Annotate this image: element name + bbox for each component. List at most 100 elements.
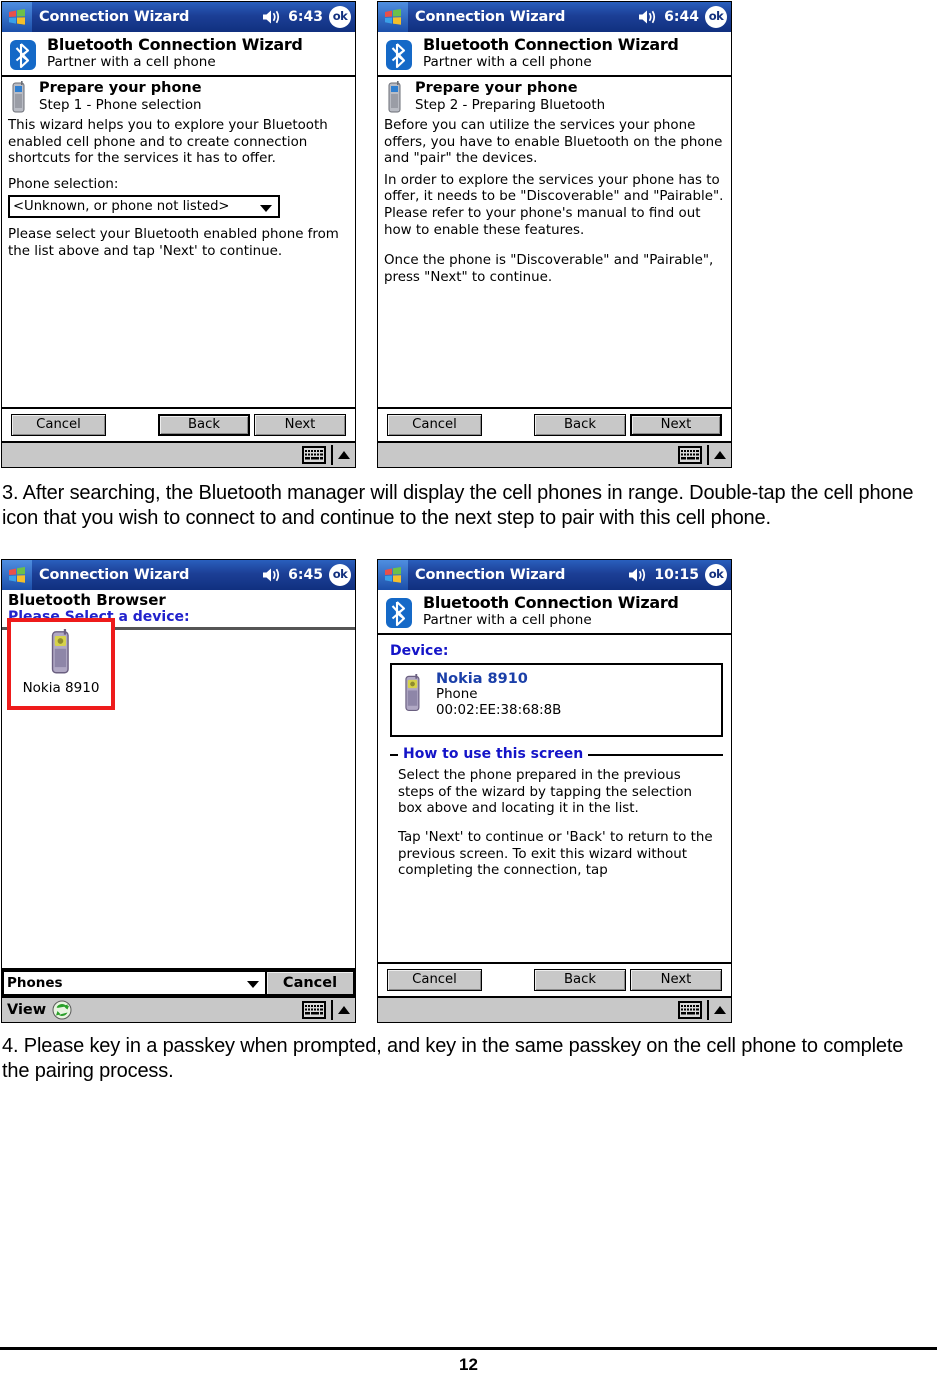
device-filter-combo[interactable]: Phones — [2, 970, 265, 996]
wizard-header-text: Bluetooth Connection Wizard Partner with… — [47, 35, 303, 70]
step2-paragraph-1: Before you can utilize the services your… — [384, 118, 723, 167]
step1-hint: Please select your Bluetooth enabled pho… — [8, 227, 339, 259]
legend-rule-right — [588, 753, 723, 756]
next-button[interactable]: Next — [630, 969, 722, 991]
chevron-down-icon — [260, 204, 272, 212]
device-type: Phone — [436, 687, 478, 703]
cancel-button[interactable]: Cancel — [387, 414, 482, 436]
view-bar: View — [2, 996, 355, 1022]
windows-start-icon[interactable] — [2, 2, 32, 32]
step-subtitle: Step 2 - Preparing Bluetooth — [415, 97, 606, 113]
window-title: Connection Wizard — [39, 567, 190, 583]
browser-bottom-bar: Phones Cancel — [2, 968, 355, 996]
windows-start-icon[interactable] — [378, 2, 408, 32]
chevron-up-icon[interactable] — [714, 1006, 726, 1014]
refresh-icon[interactable] — [52, 1000, 72, 1020]
chevron-up-icon[interactable] — [714, 451, 726, 459]
wizard-body: Prepare your phone Step 1 - Phone select… — [2, 77, 355, 260]
step-heading: Prepare your phone Step 2 - Preparing Bl… — [384, 80, 725, 115]
group-content: Select the phone prepared in the previou… — [390, 763, 723, 880]
button-bar: Cancel Back Next — [2, 407, 355, 441]
titlebar: Connection Wizard 10:15 ok — [378, 560, 731, 590]
selected-device-box[interactable]: Nokia 8910 Phone 00:02:EE:38:68:8B — [390, 663, 723, 738]
how-to-paragraph-2: Tap 'Next' to continue or 'Back' to retu… — [398, 829, 713, 879]
clock[interactable]: 10:15 — [654, 567, 699, 583]
cancel-button[interactable]: Cancel — [387, 969, 482, 991]
wizard-header-text: Bluetooth Connection Wizard Partner with… — [423, 593, 679, 628]
keyboard-icon[interactable] — [302, 446, 326, 464]
taskbar-divider — [331, 445, 333, 465]
wizard-title: Bluetooth Connection Wizard — [423, 593, 679, 612]
clock[interactable]: 6:45 — [288, 567, 323, 583]
wizard-body: Prepare your phone Step 2 - Preparing Bl… — [378, 77, 731, 286]
step-title: Prepare your phone — [415, 80, 578, 96]
next-button[interactable]: Next — [254, 414, 346, 436]
titlebar-right-group: 6:44 ok — [638, 2, 727, 32]
wizard-title: Bluetooth Connection Wizard — [47, 35, 303, 54]
speaker-icon[interactable] — [638, 9, 658, 25]
windows-flag-icon — [9, 9, 25, 25]
windows-start-icon[interactable] — [2, 560, 32, 590]
device-name: Nokia 8910 — [436, 671, 528, 688]
screenshot-device-confirmation: Connection Wizard 10:15 ok Bluetooth Con… — [377, 559, 732, 1023]
wizard-body: Device: Nokia 8910 Phone 00:02:EE:38:68:… — [378, 635, 731, 880]
wizard-title: Bluetooth Connection Wizard — [423, 35, 679, 54]
titlebar: Connection Wizard 6:43 ok — [2, 2, 355, 32]
phone-selection-combo[interactable]: <Unknown, or phone not listed> — [8, 195, 280, 219]
step1-description: This wizard helps you to explore your Bl… — [8, 118, 328, 167]
legend-dash-left — [390, 753, 398, 756]
titlebar-right-group: 6:43 ok — [262, 2, 351, 32]
titlebar: Connection Wizard 6:44 ok — [378, 2, 731, 32]
screenshot-step2-preparing-bluetooth: Connection Wizard 6:44 ok Bluetooth Conn… — [377, 1, 732, 468]
cell-phone-icon — [405, 674, 420, 712]
step-subtitle: Step 1 - Phone selection — [39, 97, 202, 113]
keyboard-icon[interactable] — [678, 1001, 702, 1019]
how-to-use-group: How to use this screen Select the phone … — [390, 746, 723, 880]
keyboard-icon[interactable] — [678, 446, 702, 464]
page-number: 12 — [459, 1355, 478, 1374]
taskbar-divider — [707, 1000, 709, 1020]
chevron-up-icon[interactable] — [338, 451, 350, 459]
ok-button[interactable]: ok — [705, 6, 727, 28]
bluetooth-icon — [386, 40, 412, 70]
phone-selection-value: <Unknown, or phone not listed> — [13, 198, 230, 214]
speaker-icon[interactable] — [628, 567, 648, 583]
device-tile-nokia-8910[interactable]: Nokia 8910 — [7, 618, 115, 710]
clock[interactable]: 6:43 — [288, 9, 323, 25]
back-button[interactable]: Back — [534, 969, 626, 991]
next-button[interactable]: Next — [630, 414, 722, 436]
windows-flag-icon — [385, 567, 401, 583]
ok-button[interactable]: ok — [329, 564, 351, 586]
keyboard-icon[interactable] — [302, 1001, 326, 1019]
wizard-header-text: Bluetooth Connection Wizard Partner with… — [423, 35, 679, 70]
clock[interactable]: 6:44 — [664, 9, 699, 25]
screenshot-step1-phone-selection: Connection Wizard 6:43 ok Bluetooth Conn… — [1, 1, 356, 468]
view-menu-label[interactable]: View — [7, 1002, 46, 1018]
windows-start-icon[interactable] — [378, 560, 408, 590]
back-button[interactable]: Back — [534, 414, 626, 436]
cell-phone-icon — [51, 629, 69, 674]
device-tile-label: Nokia 8910 — [22, 680, 100, 696]
speaker-icon[interactable] — [262, 567, 282, 583]
bottom-taskbar — [378, 996, 731, 1022]
windows-flag-icon — [385, 9, 401, 25]
step-title: Prepare your phone — [39, 80, 202, 96]
cancel-button[interactable]: Cancel — [265, 970, 355, 996]
cancel-button[interactable]: Cancel — [11, 414, 106, 436]
chevron-down-icon — [247, 981, 259, 988]
titlebar: Connection Wizard 6:45 ok — [2, 560, 355, 590]
speaker-icon[interactable] — [262, 9, 282, 25]
device-address: 00:02:EE:38:68:8B — [436, 703, 562, 719]
titlebar-right-group: 6:45 ok — [262, 560, 351, 590]
step2-paragraph-2: In order to explore the services your ph… — [384, 172, 724, 238]
wizard-header: Bluetooth Connection Wizard Partner with… — [2, 32, 355, 77]
selected-device-text: Nokia 8910 Phone 00:02:EE:38:68:8B — [436, 671, 561, 719]
windows-flag-icon — [9, 567, 25, 583]
chevron-up-icon[interactable] — [338, 1006, 350, 1014]
back-button[interactable]: Back — [158, 414, 250, 436]
ok-button[interactable]: ok — [329, 6, 351, 28]
ok-button[interactable]: ok — [705, 564, 727, 586]
taskbar-divider — [707, 445, 709, 465]
browser-title: Bluetooth Browser — [8, 591, 166, 609]
group-legend-row: How to use this screen — [390, 746, 723, 763]
